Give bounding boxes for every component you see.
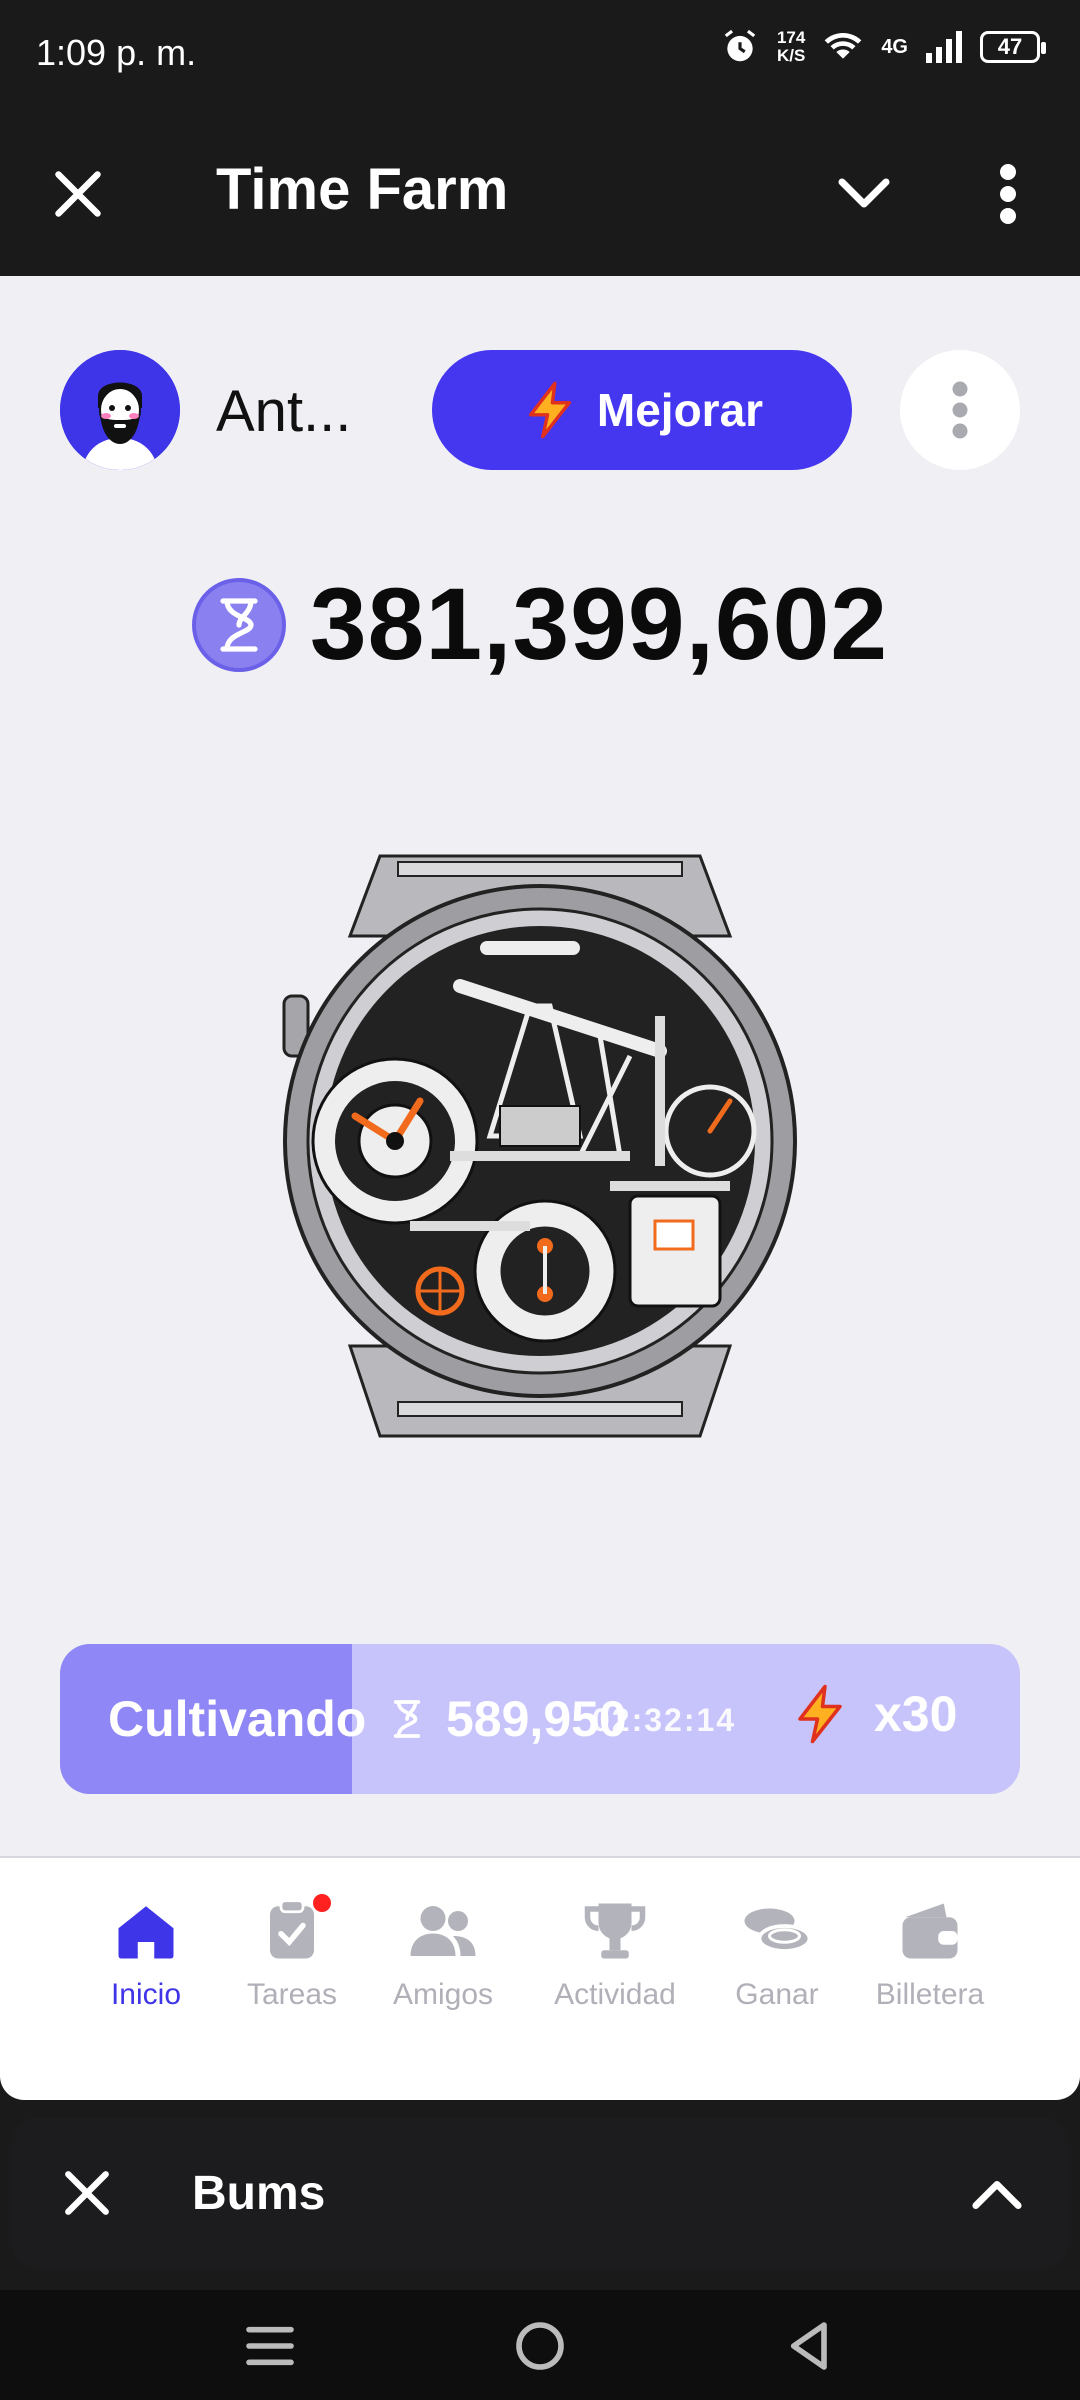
wallet-icon [902, 1903, 958, 1959]
home-circle-icon[interactable] [510, 2318, 570, 2374]
nav-item-inicio[interactable]: Inicio [71, 1898, 221, 2012]
profile-more-button[interactable] [900, 350, 1020, 470]
network-type: 4G [881, 35, 908, 58]
status-icons: 174 K/S 4G 47 [721, 28, 1046, 66]
nav-item-billetera[interactable]: Billetera [855, 1898, 1005, 2012]
signal-icon [926, 31, 962, 63]
upgrade-label: Mejorar [596, 384, 764, 436]
close-icon[interactable] [62, 2168, 112, 2218]
chevron-up-icon[interactable] [970, 2174, 1024, 2214]
back-icon[interactable] [780, 2318, 840, 2374]
close-icon[interactable] [52, 168, 104, 220]
trophy-icon [584, 1903, 646, 1959]
app-title: Time Farm [216, 157, 509, 222]
nav-label: Actividad [554, 1978, 676, 2011]
home-icon [118, 1906, 174, 1959]
nav-label: Inicio [110, 1978, 182, 2011]
avatar-image [60, 350, 180, 470]
status-bar: 1:09 p. m. 174 K/S 4G 47 [0, 0, 1080, 110]
nav-item-actividad[interactable]: Actividad [540, 1898, 690, 2012]
main-content: Ant... Mejorar 381,399,602 Cultivando 58… [0, 276, 1080, 1856]
farming-label: Cultivando [108, 1691, 367, 1747]
wifi-icon [824, 33, 862, 59]
mini-app-title: Bums [192, 2167, 326, 2220]
app-header: Time Farm [0, 110, 1080, 276]
nav-item-amigos[interactable]: Amigos [368, 1898, 518, 2012]
nav-label: Tareas [246, 1978, 338, 2011]
battery-indicator: 47 [980, 31, 1046, 63]
multiplier: x30 [790, 1684, 957, 1744]
lightning-icon [528, 381, 571, 439]
menu-icon[interactable] [240, 2318, 300, 2374]
upgrade-button[interactable]: Mejorar [432, 350, 852, 470]
balance-value: 381,399,602 [309, 567, 889, 681]
time-coin-icon [393, 1700, 421, 1738]
chevron-down-icon[interactable] [836, 172, 892, 216]
nav-label: Ganar [735, 1978, 819, 2011]
multiplier-value: x30 [874, 1686, 958, 1742]
alarm-icon [724, 29, 756, 62]
system-navigation-bar [0, 2290, 1080, 2400]
farming-timer: 02:32:14 [592, 1702, 737, 1738]
mini-app-bar[interactable]: Bums [12, 2118, 1068, 2268]
balance-row: 381,399,602 [0, 566, 1080, 683]
watch-illustration[interactable] [280, 836, 800, 1446]
nav-label: Billetera [875, 1978, 985, 2011]
username: Ant... [216, 379, 352, 444]
nav-label: Amigos [392, 1978, 494, 2011]
farming-progress-bar[interactable]: Cultivando 589,950 02:32:14 x30 [60, 1644, 1020, 1794]
more-vertical-icon[interactable] [990, 162, 1026, 226]
lightning-icon [798, 1684, 842, 1744]
avatar[interactable] [60, 350, 180, 470]
coins-icon [744, 1908, 812, 1953]
status-time: 1:09 p. m. [36, 32, 197, 73]
bottom-navigation: Inicio Tareas Amigos Actividad Ganar Bil… [0, 1856, 1080, 2100]
notification-badge [313, 1894, 331, 1912]
nav-item-tareas[interactable]: Tareas [217, 1894, 367, 2012]
nav-item-ganar[interactable]: Ganar [702, 1898, 852, 2012]
time-coin-icon [191, 577, 286, 672]
users-icon [410, 1906, 476, 1956]
network-speed: 174 K/S [776, 28, 806, 65]
more-vertical-icon [952, 381, 968, 439]
